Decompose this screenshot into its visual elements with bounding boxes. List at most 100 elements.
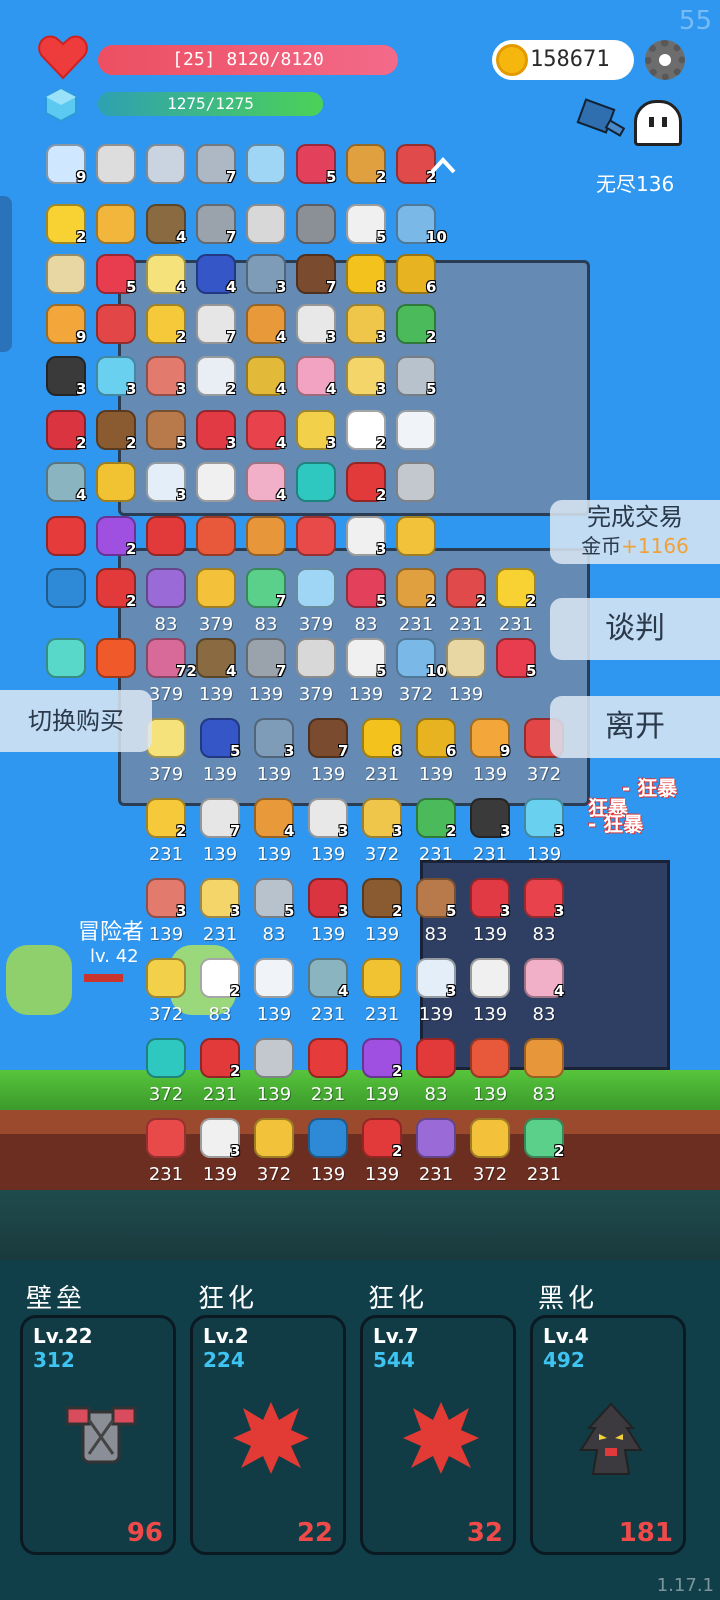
item-slot[interactable]: 7 139	[194, 798, 248, 874]
item-slot[interactable]: 3 139	[194, 1118, 248, 1194]
item-slot[interactable]	[40, 568, 94, 644]
mp-text: 1275/1275	[167, 94, 254, 113]
item-slot[interactable]: 372	[248, 1118, 302, 1194]
item-price: 139	[310, 844, 346, 865]
item-quantity: 2	[392, 1142, 403, 1160]
item-quantity: 3	[376, 380, 387, 398]
item-slot[interactable]: 8 231	[356, 718, 410, 794]
settings-gear-icon[interactable]	[645, 40, 685, 80]
item-slot[interactable]: 2 83	[194, 958, 248, 1034]
item-quantity: 2	[230, 982, 241, 1000]
water	[0, 1190, 720, 1260]
item-slot[interactable]: 3 372	[356, 798, 410, 874]
item-quantity: 3	[338, 902, 349, 920]
item-quantity: 3	[392, 822, 403, 840]
item-slot[interactable]: 5 83	[248, 878, 302, 954]
item-slot[interactable]: 231	[410, 1118, 464, 1194]
item-slot[interactable]: 2 139	[356, 878, 410, 954]
item-slot[interactable]: 2 231	[518, 1118, 572, 1194]
item-price: 139	[202, 844, 238, 865]
item-slot[interactable]: 372	[140, 1038, 194, 1114]
item-quantity: 7	[226, 168, 237, 186]
item-slot[interactable]: 372	[464, 1118, 518, 1194]
item-slot[interactable]: 3 139	[302, 798, 356, 874]
item-price: 231	[364, 1004, 400, 1025]
item-quantity: 3	[284, 742, 295, 760]
item-slot[interactable]: 231	[302, 1038, 356, 1114]
item-slot[interactable]: 4 83	[518, 958, 572, 1034]
gem-icon	[45, 88, 77, 122]
hook-icon	[96, 144, 136, 184]
item-price: 83	[532, 1084, 556, 1105]
item-quantity: 4	[276, 380, 287, 398]
item-slot[interactable]: 83	[518, 1038, 572, 1114]
complete-trade-button[interactable]: 完成交易 金币+1166	[550, 500, 720, 564]
item-slot[interactable]: 3 139	[410, 958, 464, 1034]
item-slot[interactable]: 2 231	[140, 798, 194, 874]
negotiate-button[interactable]: 谈判	[550, 598, 720, 660]
item-slot[interactable]: 4 139	[248, 798, 302, 874]
item-quantity: 4	[276, 434, 287, 452]
item-slot[interactable]: 139	[464, 958, 518, 1034]
ghost-icon[interactable]	[634, 100, 682, 146]
item-slot[interactable]: 6 139	[410, 718, 464, 794]
item-quantity: 6	[426, 278, 437, 296]
item-slot[interactable]: 4 231	[302, 958, 356, 1034]
hero-level: lv. 42	[90, 946, 139, 967]
item-slot[interactable]: 2 231	[194, 1038, 248, 1114]
item-slot[interactable]: 2 231	[490, 568, 544, 644]
item-slot[interactable]: 139	[248, 1038, 302, 1114]
item-quantity: 5	[376, 662, 387, 680]
magic-wand-icon	[196, 568, 236, 608]
item-slot[interactable]: 3 139	[464, 878, 518, 954]
leave-button[interactable]: 离开	[550, 696, 720, 758]
skill-level: Lv.2	[203, 1324, 249, 1348]
item-price: 231	[148, 844, 184, 865]
item-quantity: 5	[126, 278, 137, 296]
item-slot[interactable]: 7 139	[302, 718, 356, 794]
item-slot[interactable]: 139	[248, 958, 302, 1034]
item-slot[interactable]: 5 139	[194, 718, 248, 794]
item-quantity: 2	[230, 1062, 241, 1080]
chevron-up-icon[interactable]	[428, 152, 458, 182]
item-slot[interactable]: 3 83	[518, 878, 572, 954]
item-quantity: 2	[526, 592, 537, 610]
item-slot[interactable]: 9 139	[464, 718, 518, 794]
item-slot[interactable]: 3 139	[302, 878, 356, 954]
skill-card-rage[interactable]: Lv.2 224 22	[190, 1315, 346, 1555]
item-price: 372	[148, 1084, 184, 1105]
item-slot[interactable]: 3 231	[194, 878, 248, 954]
skill-card-darken[interactable]: Lv.4 492 181	[530, 1315, 686, 1555]
item-quantity: 6	[446, 742, 457, 760]
skill-card-bulwark[interactable]: Lv.22 312 96	[20, 1315, 176, 1555]
item-slot[interactable]: 3 139	[518, 798, 572, 874]
item-slot[interactable]: 83	[410, 1038, 464, 1114]
item-slot[interactable]: 2 139	[356, 1038, 410, 1114]
treasure-map-icon	[46, 254, 86, 294]
item-quantity: 10	[426, 228, 447, 246]
item-price: 139	[364, 924, 400, 945]
item-slot[interactable]: 5	[490, 638, 544, 714]
sock-icon	[196, 516, 236, 556]
item-slot[interactable]: 139	[302, 1118, 356, 1194]
item-quantity: 3	[326, 328, 337, 346]
switch-buy-button[interactable]: 切换购买	[0, 690, 152, 752]
item-slot[interactable]: 231	[356, 958, 410, 1034]
item-slot[interactable]: 139	[440, 638, 494, 714]
item-slot[interactable]: 372	[140, 958, 194, 1034]
item-slot[interactable]: 2 139	[356, 1118, 410, 1194]
item-slot[interactable]: 3 231	[464, 798, 518, 874]
item-slot[interactable]: 139	[464, 1038, 518, 1114]
item-slot[interactable]: 3 139	[140, 878, 194, 954]
sword-icon	[146, 144, 186, 184]
item-quantity: 2	[554, 1142, 565, 1160]
item-quantity: 2	[426, 328, 437, 346]
item-slot[interactable]: 231	[140, 1118, 194, 1194]
cleaver-icon[interactable]	[573, 98, 625, 142]
item-price: 231	[202, 1084, 238, 1105]
item-slot[interactable]: 5 83	[410, 878, 464, 954]
item-slot[interactable]: 3 139	[248, 718, 302, 794]
item-slot[interactable]: 2 231	[410, 798, 464, 874]
skill-card-rage[interactable]: Lv.7 544 32	[360, 1315, 516, 1555]
left-drawer-handle[interactable]	[0, 196, 12, 352]
